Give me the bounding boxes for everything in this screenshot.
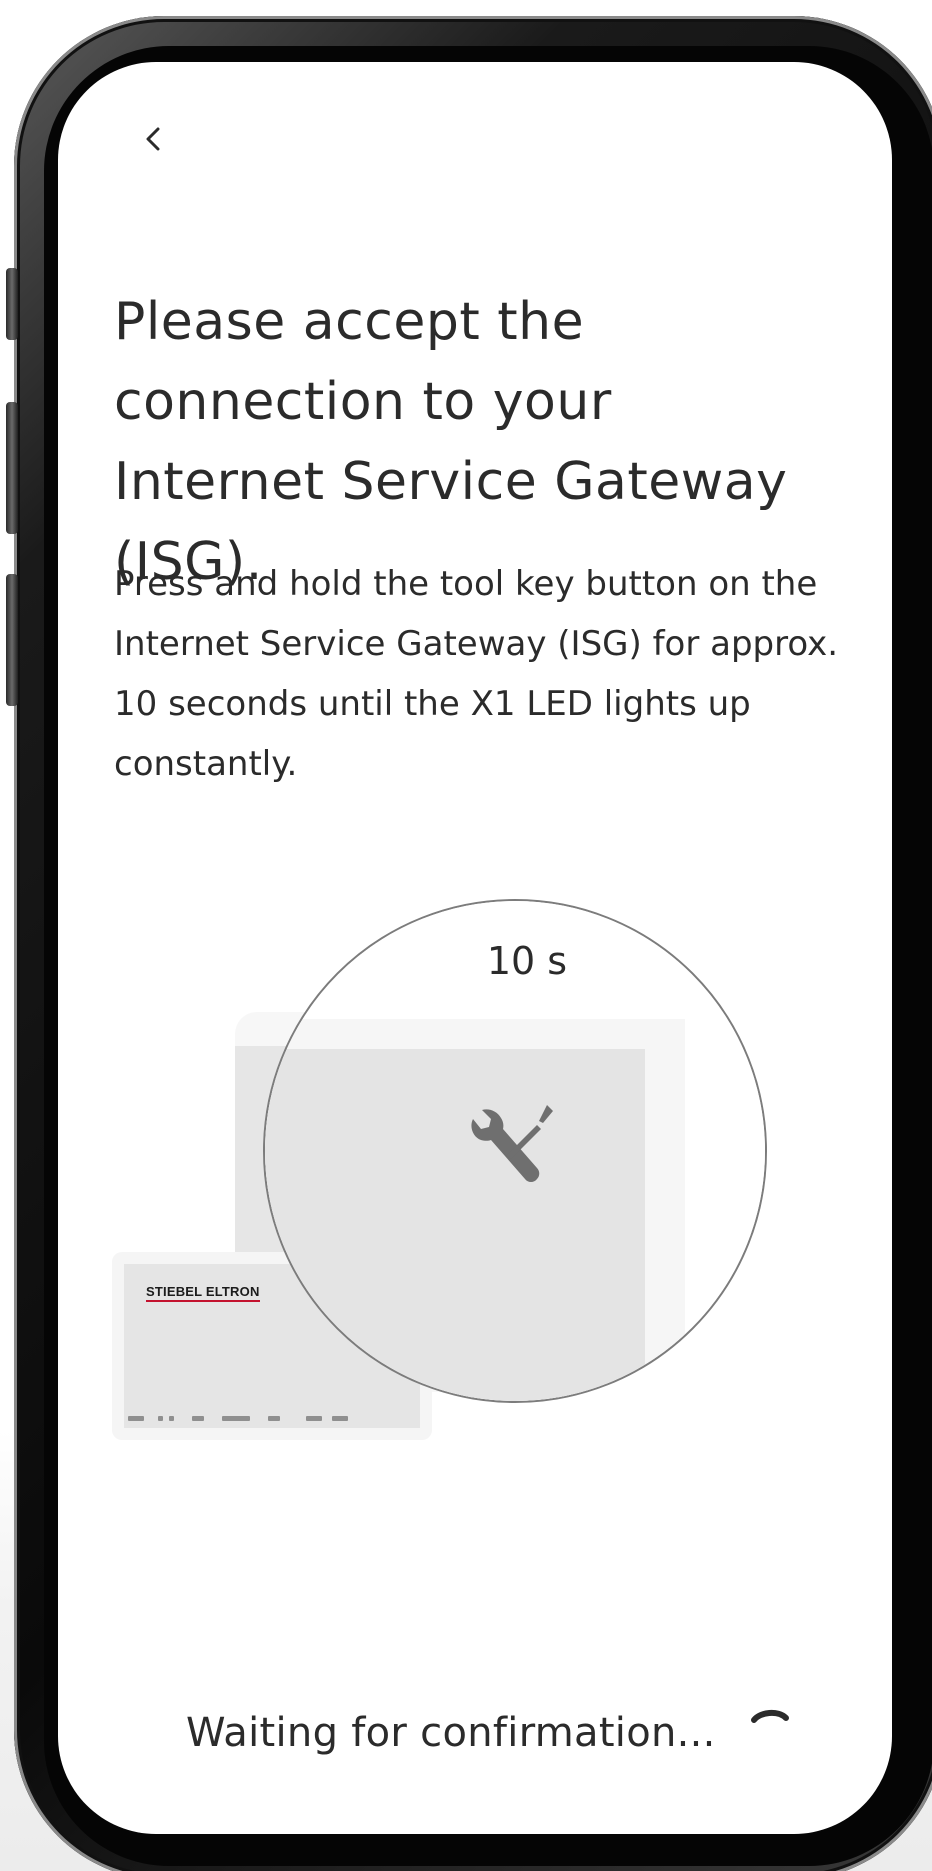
led-indicator — [169, 1416, 174, 1421]
led-indicator — [158, 1416, 163, 1421]
tool-key-icon — [471, 1105, 553, 1182]
mute-switch — [6, 268, 18, 340]
hold-timer-label: 10 s — [486, 939, 568, 983]
waiting-status-text: Waiting for confirmation... — [186, 1710, 716, 1756]
magnifier-circle: 10 s — [263, 899, 767, 1403]
app-screenshot: Please accept the connection to your Int… — [0, 0, 932, 1871]
led-indicator — [192, 1416, 204, 1421]
stiebel-eltron-logo: STIEBEL ELTRON — [146, 1284, 260, 1302]
led-indicator-row — [128, 1416, 348, 1421]
loading-spinner-icon — [751, 1710, 789, 1723]
led-indicator — [222, 1416, 250, 1421]
isg-illustration: STIEBEL ELTRON 10 s — [58, 832, 892, 1472]
led-indicator — [128, 1416, 144, 1421]
led-indicator — [332, 1416, 348, 1421]
chevron-left-icon — [146, 127, 160, 151]
led-indicator — [268, 1416, 280, 1421]
magnifier-device-edge — [265, 1019, 685, 1049]
magnifier-device-panel — [265, 1049, 645, 1401]
back-button[interactable] — [128, 114, 178, 164]
instruction-text: Press and hold the tool key button on th… — [114, 564, 839, 784]
led-indicator — [306, 1416, 322, 1421]
magnifier-device-side — [645, 1019, 685, 1401]
volume-up-button — [6, 402, 18, 534]
status-bar: Waiting for confirmation... — [58, 1692, 892, 1792]
phone-screen: Please accept the connection to your Int… — [58, 62, 892, 1834]
volume-down-button — [6, 574, 18, 706]
